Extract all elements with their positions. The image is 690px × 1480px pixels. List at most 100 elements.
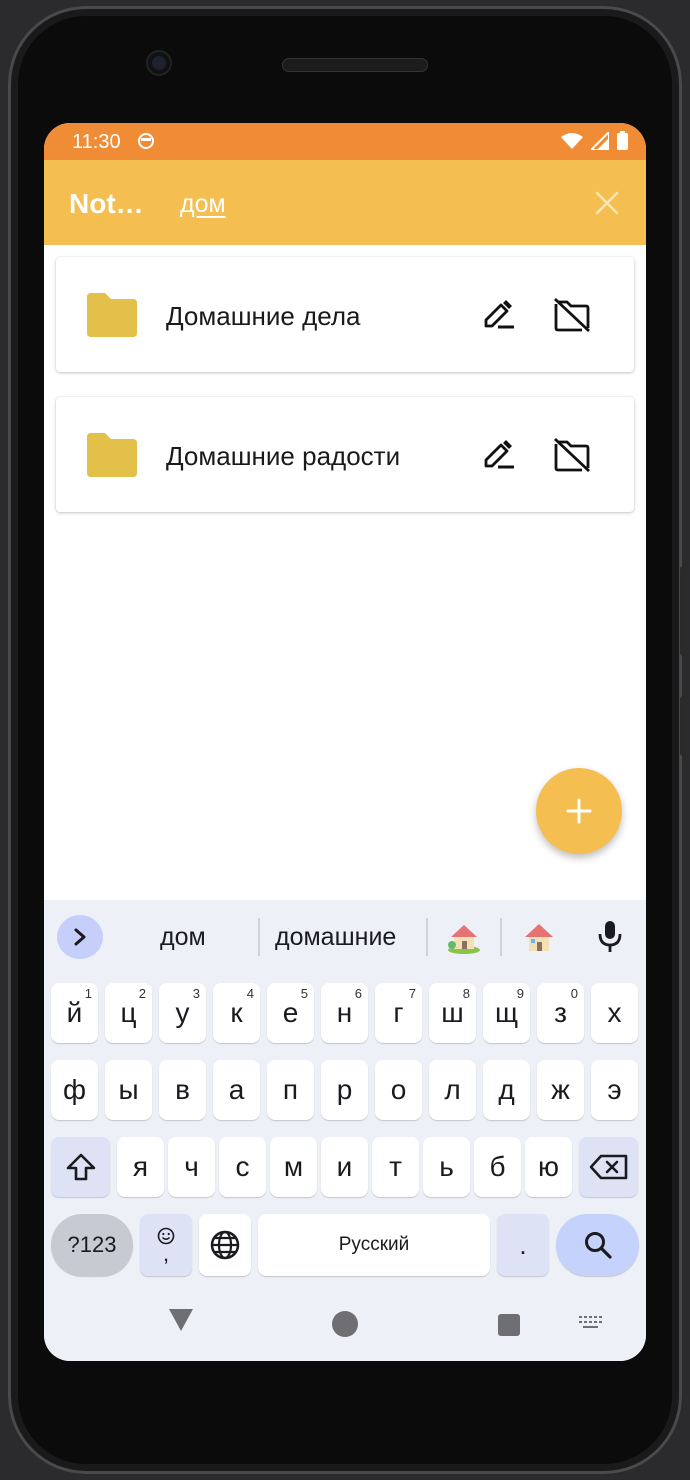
cell-signal-icon	[591, 131, 609, 150]
folder-off-icon[interactable]	[553, 438, 591, 472]
folder-card[interactable]: Домашние радости	[56, 397, 634, 512]
key-hint: 3	[192, 986, 200, 1001]
key[interactable]: ц2	[105, 983, 152, 1043]
screen: 11:30 Not… дом Домашние дела Домашние ра…	[44, 123, 646, 1361]
house-emoji-icon[interactable]	[522, 920, 556, 954]
folder-name: Домашние радости	[166, 441, 401, 471]
status-icons	[561, 131, 628, 150]
front-camera	[148, 52, 170, 74]
period-key[interactable]: .	[497, 1214, 549, 1276]
status-time: 11:30	[72, 131, 121, 153]
key[interactable]: у3	[159, 983, 206, 1043]
plus-icon	[566, 798, 592, 824]
back-triangle-icon[interactable]	[168, 1308, 194, 1332]
backspace-icon	[589, 1154, 627, 1180]
key[interactable]: х	[591, 983, 638, 1043]
key-label: з	[554, 997, 567, 1028]
key-hint: 0	[570, 986, 578, 1001]
key[interactable]: о	[375, 1060, 422, 1120]
key[interactable]: л	[429, 1060, 476, 1120]
wifi-icon	[561, 132, 583, 149]
globe-icon	[210, 1230, 240, 1260]
recents-square-icon[interactable]	[497, 1313, 521, 1337]
key[interactable]: ф	[51, 1060, 98, 1120]
key-label: е	[282, 997, 299, 1028]
suggestion-item[interactable]: дом	[160, 923, 206, 952]
suggestion-divider	[258, 918, 260, 956]
shift-icon	[66, 1153, 95, 1181]
search-icon	[584, 1232, 612, 1259]
volume-button	[680, 566, 686, 656]
key[interactable]: с	[219, 1137, 266, 1197]
key[interactable]: э	[591, 1060, 638, 1120]
key[interactable]: в	[159, 1060, 206, 1120]
key[interactable]: т	[372, 1137, 419, 1197]
key[interactable]: ш8	[429, 983, 476, 1043]
key[interactable]: б	[474, 1137, 521, 1197]
key[interactable]: я	[117, 1137, 164, 1197]
key[interactable]: ж	[537, 1060, 584, 1120]
folder-card[interactable]: Домашние дела	[56, 257, 634, 372]
earpiece-speaker	[282, 58, 428, 72]
key-label: х	[607, 997, 622, 1028]
key[interactable]: ю	[525, 1137, 572, 1197]
key-hint: 4	[246, 986, 254, 1001]
add-folder-button[interactable]	[536, 768, 622, 854]
key[interactable]: ь	[423, 1137, 470, 1197]
key[interactable]: й1	[51, 983, 98, 1043]
key[interactable]: щ9	[483, 983, 530, 1043]
search-key[interactable]	[556, 1214, 639, 1276]
edit-icon[interactable]	[483, 300, 515, 330]
key[interactable]: а	[213, 1060, 260, 1120]
key[interactable]: г7	[375, 983, 422, 1043]
key-hint: 6	[354, 986, 362, 1001]
key-label: й	[66, 997, 83, 1028]
key[interactable]: е5	[267, 983, 314, 1043]
expand-toolbar-button[interactable]	[57, 915, 103, 959]
language-key[interactable]	[199, 1214, 251, 1276]
key-label: г	[393, 997, 404, 1028]
search-input[interactable]: дом	[180, 190, 226, 219]
emoji-key[interactable]: ,	[140, 1214, 192, 1276]
key[interactable]: м	[270, 1137, 317, 1197]
key[interactable]: к4	[213, 983, 260, 1043]
key-label: к	[230, 997, 243, 1028]
key[interactable]: ч	[168, 1137, 215, 1197]
key-label: щ	[494, 997, 519, 1028]
key-hint: 5	[300, 986, 308, 1001]
backspace-key[interactable]	[579, 1137, 638, 1197]
key-hint: 2	[138, 986, 146, 1001]
key-label: ш	[441, 997, 464, 1028]
chevron-right-icon	[74, 928, 86, 946]
edit-icon[interactable]	[483, 440, 515, 470]
battery-icon	[617, 131, 628, 150]
app-notification-icon	[138, 133, 154, 149]
suggestion-strip: дом домашние	[44, 900, 646, 972]
key[interactable]: п	[267, 1060, 314, 1120]
keyboard-switch-icon[interactable]	[578, 1315, 604, 1331]
status-bar: 11:30	[44, 123, 646, 160]
key[interactable]: р	[321, 1060, 368, 1120]
app-bar: Not… дом	[44, 160, 646, 245]
house-with-garden-emoji-icon[interactable]	[447, 920, 481, 954]
key-hint: 1	[84, 986, 92, 1001]
key-label: ц	[120, 997, 137, 1028]
key[interactable]: д	[483, 1060, 530, 1120]
key[interactable]: н6	[321, 983, 368, 1043]
power-button	[680, 696, 686, 756]
key-hint: 9	[516, 986, 524, 1001]
close-search-icon[interactable]	[594, 190, 620, 216]
shift-key[interactable]	[51, 1137, 110, 1197]
folder-off-icon[interactable]	[553, 298, 591, 332]
key[interactable]: ы	[105, 1060, 152, 1120]
microphone-icon[interactable]	[597, 920, 623, 954]
navigation-bar	[44, 1300, 646, 1361]
key[interactable]: з0	[537, 983, 584, 1043]
key[interactable]: и	[321, 1137, 368, 1197]
symbols-key[interactable]: ?123	[51, 1214, 133, 1276]
suggestion-item[interactable]: домашние	[275, 923, 396, 952]
folder-icon	[87, 293, 137, 337]
space-key[interactable]: Русский	[258, 1214, 490, 1276]
app-title: Not…	[69, 188, 144, 219]
home-circle-icon[interactable]	[331, 1310, 359, 1338]
